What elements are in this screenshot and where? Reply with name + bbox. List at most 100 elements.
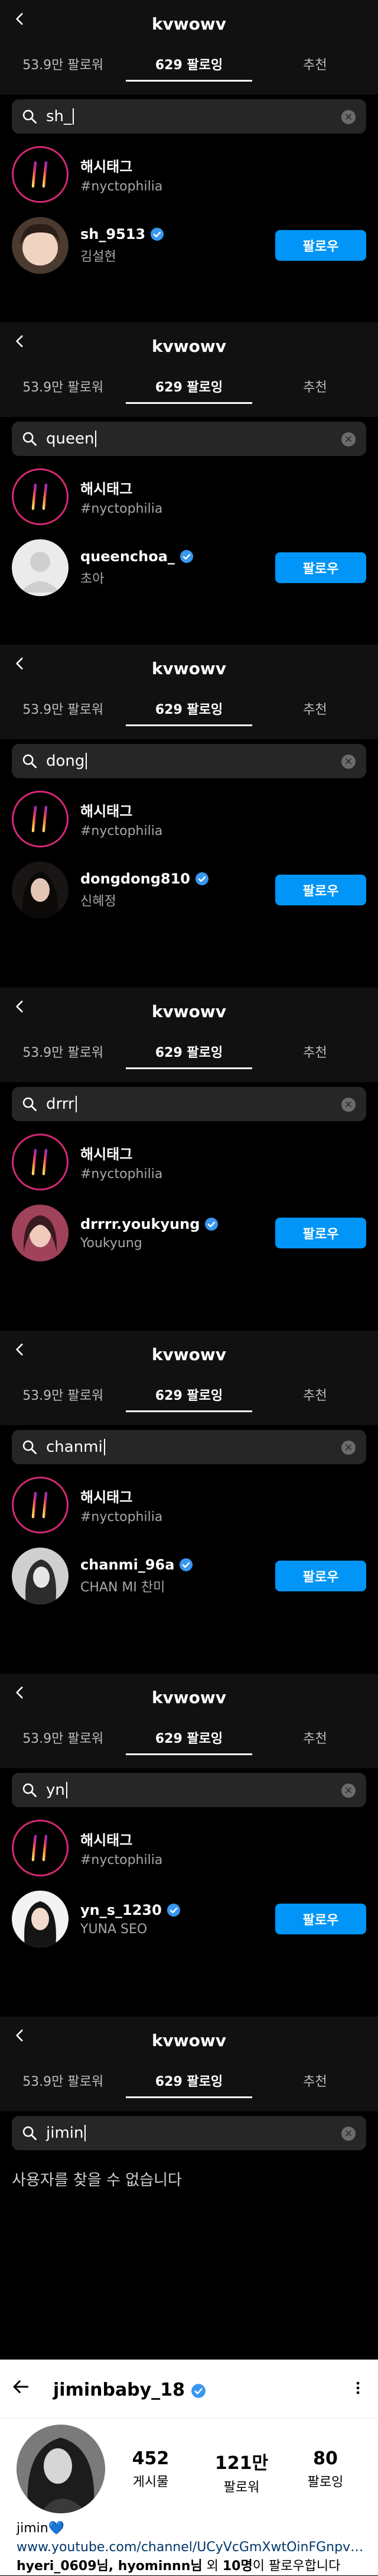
tab-following[interactable]: 629 팔로잉 [126, 1377, 252, 1412]
username: drrrr.youkyung [80, 1215, 200, 1232]
user-result[interactable]: sh_9513 김설현 팔로우 [12, 213, 366, 278]
tab-recommended[interactable]: 추천 [252, 691, 378, 726]
profile-screen: jiminbaby_18 452 게시물 121만 팔로워 80 팔로잉 jim… [0, 2360, 378, 2575]
hashtag-name: #nyctophilia [80, 179, 163, 194]
tab-followers[interactable]: 53.9만 팔로워 [0, 1720, 126, 1755]
hashtag-result[interactable]: 해시태그 #nyctophilia [12, 142, 366, 207]
search-input[interactable]: queen × [12, 422, 366, 456]
top-bar: kvwowv 53.9만 팔로워 629 팔로잉 추천 [0, 645, 378, 739]
user-result[interactable]: dongdong810 신혜정 팔로우 [12, 857, 366, 923]
search-query: drrr [46, 1095, 74, 1113]
search-input[interactable]: sh_ × [12, 99, 366, 134]
user-result[interactable]: yn_s_1230 YUNA SEO 팔로우 [12, 1886, 366, 1952]
tab-following[interactable]: 629 팔로잉 [126, 368, 252, 404]
search-input[interactable]: chanmi × [12, 1430, 366, 1464]
profile-stat[interactable]: 121만 팔로워 [203, 2448, 280, 2496]
follow-button[interactable]: 팔로우 [275, 1904, 366, 1934]
profile-stat[interactable]: 80 팔로잉 [287, 2448, 364, 2490]
account-title: kvwowv [151, 336, 227, 356]
hashtag-icon [16, 795, 64, 843]
search-input[interactable]: yn × [12, 1773, 366, 1807]
clear-search-icon[interactable]: × [341, 1441, 356, 1455]
hashtag-result[interactable]: 해시태그 #nyctophilia [12, 787, 366, 852]
following-search-screen: kvwowv 53.9만 팔로워 629 팔로잉 추천 drrr × 해시태그 … [0, 988, 378, 1331]
follow-button[interactable]: 팔로우 [275, 230, 366, 261]
tab-recommended[interactable]: 추천 [252, 1034, 378, 1069]
followed-by[interactable]: hyeri_0609님, hyominnn님 외 10명이 팔로우합니다 [17, 2557, 365, 2576]
tab-following[interactable]: 629 팔로잉 [126, 1034, 252, 1069]
tab-recommended[interactable]: 추천 [252, 1720, 378, 1755]
profile-avatar[interactable] [17, 2425, 105, 2513]
search-input[interactable]: jimin × [12, 2116, 366, 2150]
account-title: kvwowv [151, 2031, 227, 2050]
account-title: kvwowv [151, 659, 227, 678]
hashtag-result[interactable]: 해시태그 #nyctophilia [12, 1130, 366, 1195]
display-name: YUNA SEO [80, 1921, 148, 1937]
profile-header: jiminbaby_18 [0, 2360, 378, 2419]
verified-badge-icon [179, 1558, 193, 1572]
clear-search-icon[interactable]: × [341, 2127, 356, 2141]
clear-search-icon[interactable]: × [341, 110, 356, 124]
hashtag-result[interactable]: 해시태그 #nyctophilia [12, 1473, 366, 1538]
hashtag-avatar [12, 1820, 69, 1876]
hashtag-avatar [12, 791, 69, 847]
search-query: queen [46, 430, 94, 448]
hashtag-icon [16, 1138, 64, 1186]
user-result[interactable]: queenchoa_ 초아 팔로우 [12, 535, 366, 600]
follow-button[interactable]: 팔로우 [275, 1218, 366, 1248]
hashtag-label: 해시태그 [80, 1146, 133, 1163]
search-icon [21, 431, 38, 447]
display-name: 신혜정 [80, 894, 116, 909]
display-name: CHAN MI 찬미 [80, 1580, 165, 1595]
screenshot-stack: kvwowv 53.9만 팔로워 629 팔로잉 추천 sh_ × 해시태그 #… [0, 0, 378, 2575]
clear-search-icon[interactable]: × [341, 432, 356, 446]
hashtag-icon [16, 473, 64, 521]
hashtag-result[interactable]: 해시태그 #nyctophilia [12, 464, 366, 529]
tab-following[interactable]: 629 팔로잉 [126, 1720, 252, 1755]
tab-following[interactable]: 629 팔로잉 [126, 691, 252, 726]
top-bar: kvwowv 53.9만 팔로워 629 팔로잉 추천 [0, 1331, 378, 1425]
profile-stat[interactable]: 452 게시물 [112, 2448, 189, 2490]
avatar [12, 1891, 69, 1947]
tab-followers[interactable]: 53.9만 팔로워 [0, 1034, 126, 1069]
text-cursor [66, 1782, 67, 1798]
follow-button[interactable]: 팔로우 [275, 552, 366, 583]
tab-following[interactable]: 629 팔로잉 [126, 46, 252, 82]
more-options-icon[interactable] [351, 2376, 365, 2400]
clear-search-icon[interactable]: × [341, 755, 356, 769]
avatar [12, 217, 69, 274]
search-input[interactable]: drrr × [12, 1087, 366, 1121]
clear-search-icon[interactable]: × [341, 1098, 356, 1112]
tab-followers[interactable]: 53.9만 팔로워 [0, 368, 126, 404]
hashtag-avatar [12, 146, 69, 203]
stat-label: 팔로워 [223, 2480, 260, 2495]
search-icon [21, 108, 38, 125]
bio-name: jimin💙 [17, 2521, 65, 2536]
user-result[interactable]: chanmi_96a CHAN MI 찬미 팔로우 [12, 1543, 366, 1609]
clear-search-icon[interactable]: × [341, 1784, 356, 1798]
follow-button[interactable]: 팔로우 [275, 1561, 366, 1591]
tab-followers[interactable]: 53.9만 팔로워 [0, 691, 126, 726]
hashtag-avatar [12, 468, 69, 525]
tab-followers[interactable]: 53.9만 팔로워 [0, 46, 126, 82]
account-title: kvwowv [151, 1345, 227, 1364]
hashtag-result[interactable]: 해시태그 #nyctophilia [12, 1816, 366, 1881]
user-result[interactable]: drrrr.youkyung Youkyung 팔로우 [12, 1200, 366, 1266]
stat-value: 452 [132, 2448, 170, 2469]
tab-followers[interactable]: 53.9만 팔로워 [0, 2063, 126, 2098]
tab-following[interactable]: 629 팔로잉 [126, 2063, 252, 2098]
search-query: yn [46, 1781, 65, 1799]
back-arrow-icon[interactable] [8, 2374, 34, 2400]
tab-recommended[interactable]: 추천 [252, 2063, 378, 2098]
hashtag-label: 해시태그 [80, 1489, 133, 1506]
tab-recommended[interactable]: 추천 [252, 1377, 378, 1412]
tab-followers[interactable]: 53.9만 팔로워 [0, 1377, 126, 1412]
text-cursor [103, 1439, 105, 1455]
bio-link[interactable]: www.youtube.com/channel/UCyVcGmXwtOinFGn… [17, 2538, 365, 2557]
tab-recommended[interactable]: 추천 [252, 46, 378, 82]
hashtag-avatar [12, 1477, 69, 1533]
follow-button[interactable]: 팔로우 [275, 875, 366, 905]
avatar [12, 862, 69, 918]
search-input[interactable]: dong × [12, 744, 366, 778]
tab-recommended[interactable]: 추천 [252, 368, 378, 404]
